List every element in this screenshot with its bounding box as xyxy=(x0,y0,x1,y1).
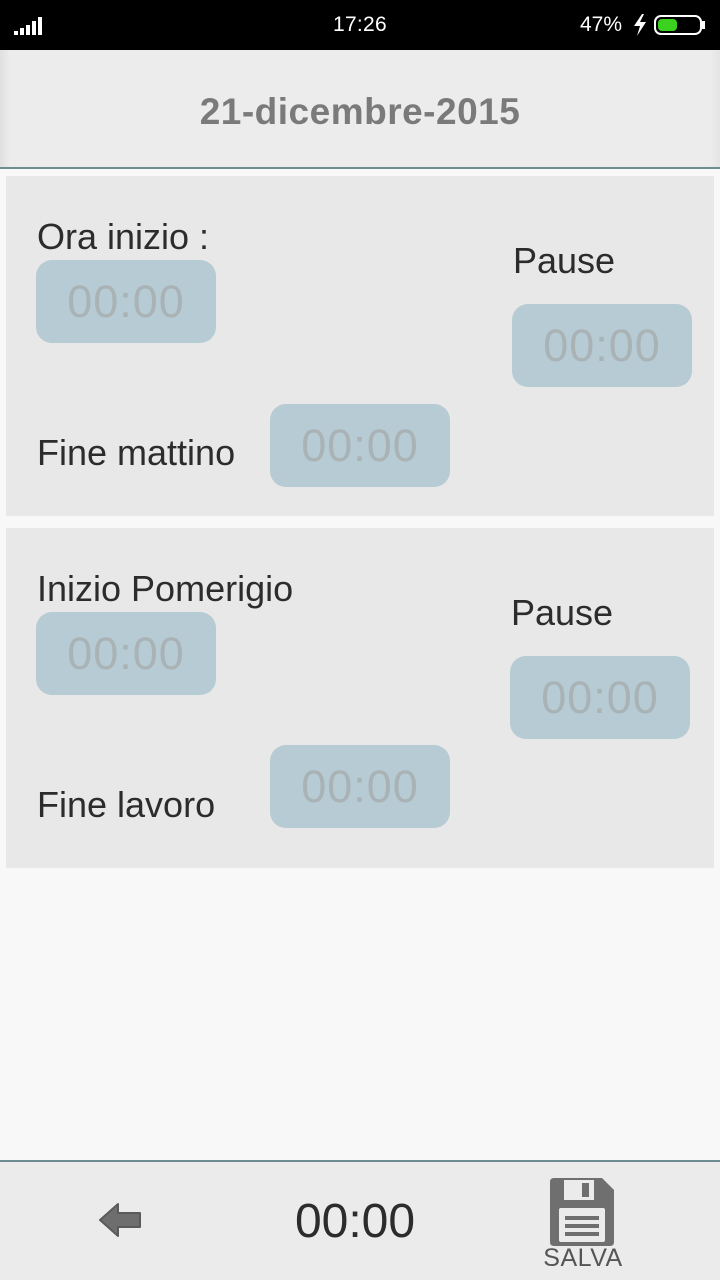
arrow-left-icon[interactable] xyxy=(92,1192,148,1248)
morning-start-label: Ora inizio : xyxy=(37,216,210,257)
status-bar: 17:26 47% xyxy=(0,0,720,50)
save-label: SALVA xyxy=(543,1244,623,1272)
morning-pause-time-field[interactable]: 00:00 xyxy=(512,304,692,387)
afternoon-end-label: Fine lavoro xyxy=(37,784,216,825)
battery-icon xyxy=(654,15,705,35)
bottom-bar: 00:00 SALVA xyxy=(0,1160,720,1280)
floppy-disk-icon xyxy=(550,1178,614,1246)
battery-percent: 47% xyxy=(580,13,623,36)
header: 21-dicembre-2015 xyxy=(0,50,720,169)
afternoon-end-time-field[interactable]: 00:00 xyxy=(270,745,450,828)
charging-bolt-icon xyxy=(634,14,646,36)
afternoon-pause-label: Pause xyxy=(511,592,614,633)
morning-start-time-field[interactable]: 00:00 xyxy=(36,260,216,343)
morning-section: Ora inizio : 00:00 Pause 00:00 Fine matt… xyxy=(6,176,714,516)
screen: 17:26 47% 21-dicembre-2015 Ora inizio : … xyxy=(0,0,720,1280)
afternoon-section: Inizio Pomerigio 00:00 Pause 00:00 Fine … xyxy=(6,528,714,868)
morning-end-time-field[interactable]: 00:00 xyxy=(270,404,450,487)
total-time: 00:00 xyxy=(294,1195,416,1248)
afternoon-start-label: Inizio Pomerigio xyxy=(37,568,294,609)
page-title-date[interactable]: 21-dicembre-2015 xyxy=(0,91,720,133)
afternoon-pause-time-field[interactable]: 00:00 xyxy=(510,656,690,739)
afternoon-start-time-field[interactable]: 00:00 xyxy=(36,612,216,695)
morning-end-label: Fine mattino xyxy=(37,432,236,473)
morning-pause-label: Pause xyxy=(513,240,616,281)
save-button[interactable]: SALVA xyxy=(536,1176,630,1280)
